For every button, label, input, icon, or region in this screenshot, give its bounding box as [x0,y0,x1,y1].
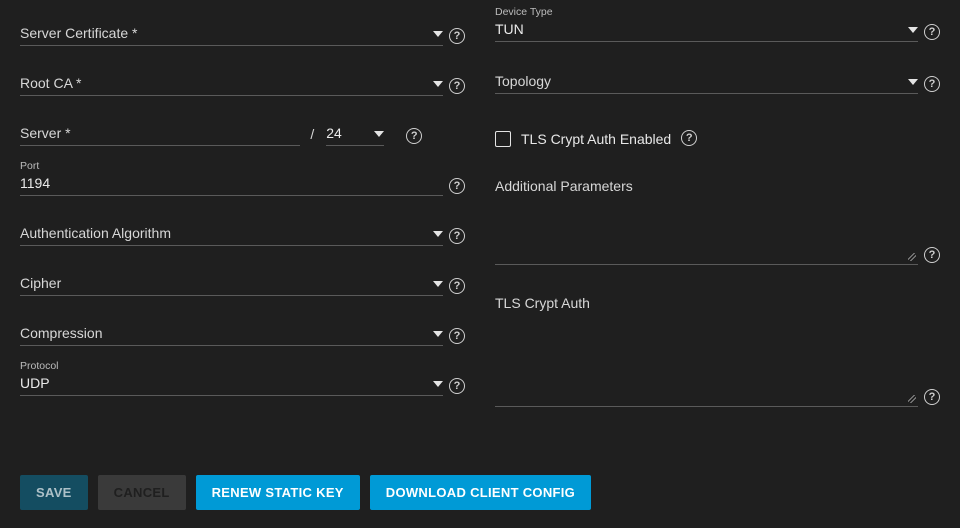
compression-select[interactable]: Compression ? [20,324,465,346]
help-icon[interactable]: ? [681,130,697,146]
tls-crypt-auth-label: TLS Crypt Auth [495,295,918,311]
additional-parameters-textarea[interactable]: Additional Parameters [495,178,918,265]
left-column: Server Certificate * ? Root CA * ? [20,18,465,439]
tls-crypt-auth-enabled-checkbox[interactable] [495,131,511,147]
server-input[interactable]: Server * [20,124,300,146]
chevron-down-icon [908,79,918,85]
help-icon[interactable]: ? [449,178,465,194]
protocol-select[interactable]: Protocol UDP ? [20,374,465,396]
additional-parameters-label: Additional Parameters [495,178,918,194]
chevron-down-icon [433,231,443,237]
protocol-value: UDP [20,375,50,391]
save-button[interactable]: SAVE [20,475,88,510]
server-certificate-label: Server Certificate * [20,25,137,41]
cipher-label: Cipher [20,275,61,291]
help-icon[interactable]: ? [406,128,422,144]
help-icon[interactable]: ? [449,278,465,294]
tls-crypt-auth-textarea[interactable]: TLS Crypt Auth [495,295,918,407]
form-columns: Server Certificate * ? Root CA * ? [20,18,940,439]
auth-algorithm-select[interactable]: Authentication Algorithm ? [20,224,465,246]
resize-handle-icon[interactable] [908,253,916,261]
server-label: Server * [20,125,71,141]
right-column: Device Type TUN ? Topology ? [495,18,940,439]
port-value: 1194 [20,175,50,191]
openvpn-settings-form: Server Certificate * ? Root CA * ? [0,0,960,528]
help-icon[interactable]: ? [449,228,465,244]
help-icon[interactable]: ? [924,389,940,405]
renew-static-key-button[interactable]: RENEW STATIC KEY [196,475,360,510]
footer-actions: SAVE CANCEL RENEW STATIC KEY DOWNLOAD CL… [20,475,940,510]
server-mask-select[interactable]: 24 [326,125,384,146]
root-ca-label: Root CA * [20,75,81,91]
help-icon[interactable]: ? [449,378,465,394]
help-icon[interactable]: ? [449,28,465,44]
resize-handle-icon[interactable] [908,395,916,403]
chevron-down-icon [908,27,918,33]
tls-crypt-auth-row: TLS Crypt Auth ? [495,295,940,407]
auth-algorithm-label: Authentication Algorithm [20,225,171,241]
device-type-value: TUN [495,21,524,37]
server-network-row: Server * / 24 ? [20,124,465,146]
server-mask-value: 24 [326,125,342,141]
server-certificate-select[interactable]: Server Certificate * ? [20,24,465,46]
help-icon[interactable]: ? [924,24,940,40]
root-ca-select[interactable]: Root CA * ? [20,74,465,96]
additional-parameters-row: Additional Parameters ? [495,178,940,265]
tls-crypt-auth-enabled-label: TLS Crypt Auth Enabled [521,131,671,147]
tls-crypt-auth-enabled-row: TLS Crypt Auth Enabled ? [495,130,940,148]
port-input[interactable]: Port 1194 ? [20,174,465,196]
device-type-select[interactable]: Device Type TUN ? [495,20,940,42]
chevron-down-icon [433,81,443,87]
compression-label: Compression [20,325,102,341]
download-client-config-button[interactable]: DOWNLOAD CLIENT CONFIG [370,475,591,510]
help-icon[interactable]: ? [449,78,465,94]
cancel-button[interactable]: CANCEL [98,475,186,510]
chevron-down-icon [374,131,384,137]
topology-select[interactable]: Topology ? [495,72,940,94]
device-type-float-label: Device Type [495,6,553,18]
cipher-select[interactable]: Cipher ? [20,274,465,296]
help-icon[interactable]: ? [924,247,940,263]
port-float-label: Port [20,160,39,172]
protocol-float-label: Protocol [20,360,59,372]
chevron-down-icon [433,281,443,287]
chevron-down-icon [433,331,443,337]
help-icon[interactable]: ? [449,328,465,344]
cidr-slash: / [310,126,314,142]
chevron-down-icon [433,381,443,387]
topology-label: Topology [495,73,551,89]
chevron-down-icon [433,31,443,37]
help-icon[interactable]: ? [924,76,940,92]
